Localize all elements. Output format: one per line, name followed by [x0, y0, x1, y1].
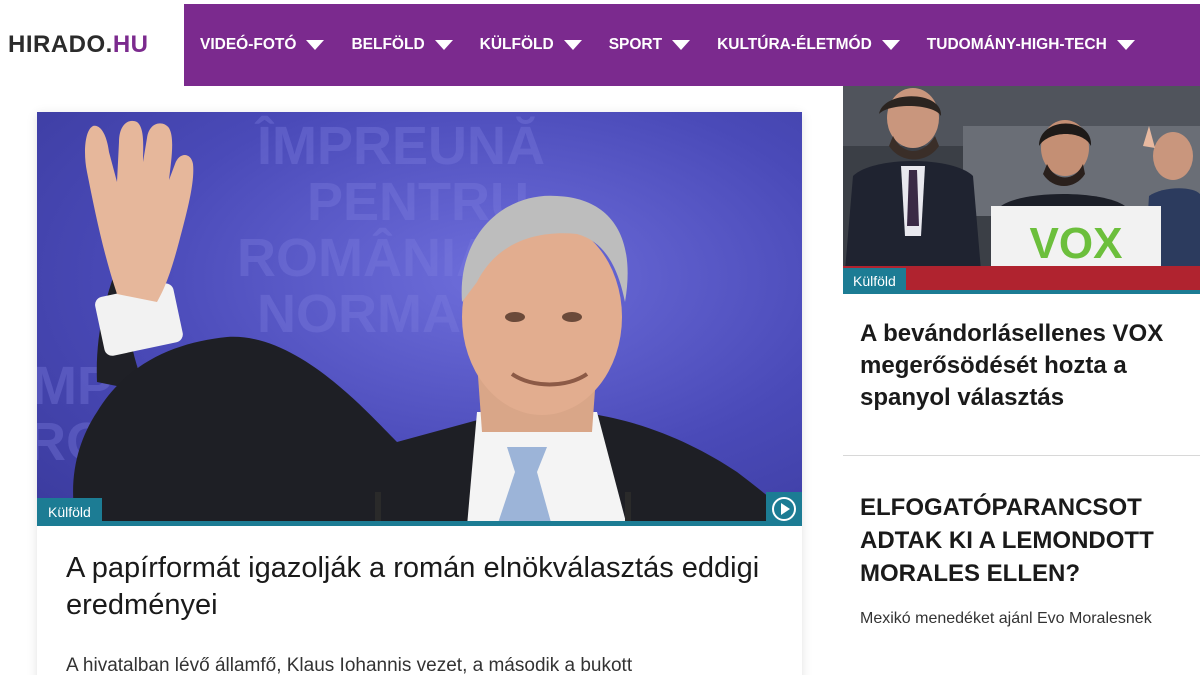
side-article-title-text: ELFOGATÓPARANCSOT ADTAK KI A LEMONDOTT M… — [860, 494, 1154, 587]
nav-item-sport[interactable]: SPORT — [608, 36, 691, 54]
side-article-title[interactable]: A bevándorlásellenes VOX megerősödését h… — [860, 318, 1200, 414]
side-article-image[interactable]: VOX Külföld — [843, 86, 1200, 294]
logo-link[interactable]: HIRADO.HU — [0, 4, 184, 86]
svg-text:ROMÂNIA: ROMÂNIA — [237, 227, 495, 288]
nav-label: SPORT — [608, 36, 663, 53]
main-article-lead: A hivatalban lévő államfő, Klaus Iohanni… — [66, 655, 633, 675]
politician-photo: ÎMPREUNĂ PENTRU ROMÂNIA NORMALĂ ÎMPREUNĂ… — [37, 115, 802, 526]
nav-label: KULTÚRA-ÉLETMÓD — [717, 36, 872, 53]
nav-item-kultura-eletmod[interactable]: KULTÚRA-ÉLETMÓD — [717, 36, 900, 54]
chevron-down-icon — [881, 40, 900, 50]
vox-rally-photo: VOX — [843, 86, 1200, 294]
vox-logo-text: VOX — [1030, 219, 1123, 268]
side-article-title-text: A bevándorlásellenes VOX megerősödését h… — [860, 320, 1164, 411]
chevron-down-icon — [672, 40, 691, 50]
category-badge[interactable]: Külföld — [37, 498, 102, 526]
nav-label: VIDEÓ-FOTÓ — [200, 36, 297, 53]
divider — [843, 455, 1200, 456]
chevron-down-icon — [434, 40, 453, 50]
nav-label: TUDOMÁNY-HIGH-TECH — [926, 36, 1107, 53]
main-article-card: ÎMPREUNĂ PENTRU ROMÂNIA NORMALĂ ÎMPREUNĂ… — [37, 112, 802, 675]
image-accent-bar — [37, 521, 802, 526]
nav-item-kulfold[interactable]: KÜLFÖLD — [480, 36, 582, 54]
logo-text: HIRADO. — [8, 31, 113, 58]
main-article-title[interactable]: A papírformát igazolják a román elnökvál… — [66, 550, 786, 624]
category-badge[interactable]: Külföld — [843, 268, 906, 294]
chevron-down-icon — [563, 40, 582, 50]
site-header: HIRADO.HU VIDEÓ-FOTÓ BELFÖLD KÜLFÖLD SPO… — [0, 0, 1200, 86]
main-navigation: VIDEÓ-FOTÓ BELFÖLD KÜLFÖLD SPORT KULTÚRA… — [184, 4, 1200, 86]
logo-suffix: HU — [112, 31, 149, 58]
nav-item-video-foto[interactable]: VIDEÓ-FOTÓ — [200, 36, 325, 54]
main-article-image[interactable]: ÎMPREUNĂ PENTRU ROMÂNIA NORMALĂ ÎMPREUNĂ… — [37, 112, 802, 526]
side-article-title-2[interactable]: ELFOGATÓPARANCSOT ADTAK KI A LEMONDOTT M… — [860, 491, 1200, 590]
nav-label: BELFÖLD — [351, 36, 425, 53]
nav-item-belfold[interactable]: BELFÖLD — [351, 36, 453, 54]
chevron-down-icon — [1116, 40, 1135, 50]
play-video-button[interactable] — [766, 492, 802, 526]
side-article-lead: Mexikó menedéket ajánl Evo Moralesnek — [860, 610, 1152, 627]
nav-item-tudomany-high-tech[interactable]: TUDOMÁNY-HIGH-TECH — [927, 36, 1135, 54]
site-logo: HIRADO.HU — [8, 31, 149, 59]
play-icon — [772, 497, 796, 521]
nav-label: KÜLFÖLD — [479, 36, 554, 53]
chevron-down-icon — [306, 40, 325, 50]
svg-text:ÎMPREUNĂ: ÎMPREUNĂ — [254, 115, 545, 176]
